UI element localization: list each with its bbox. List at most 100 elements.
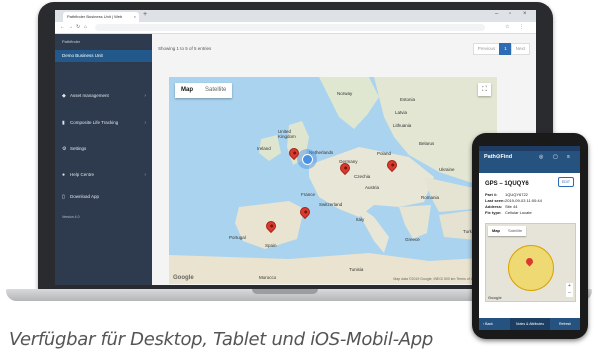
location-icon[interactable]: ◎	[539, 154, 543, 160]
map-label: United Kingdom	[278, 129, 296, 139]
google-logo: Google	[488, 295, 502, 300]
map-label: Greece	[405, 237, 420, 242]
new-tab-button[interactable]: +	[143, 11, 147, 18]
sidebar-item-label: Asset management	[70, 93, 109, 98]
sidebar-item-settings[interactable]: ⚙ Settings	[55, 142, 152, 156]
map-type-toggle: Map Satellite	[175, 83, 233, 98]
sidebar-item-help-centre[interactable]: ● Help Centre ›	[55, 168, 152, 182]
fullscreen-icon[interactable]: ⛶	[478, 83, 491, 96]
minimize-icon[interactable]: –	[495, 11, 498, 17]
mobile-icon: ▯	[62, 194, 65, 200]
map-label: Austria	[365, 185, 380, 190]
map-label: Tunisia	[349, 267, 364, 272]
back-icon[interactable]: ←	[60, 24, 65, 30]
sidebar-item-label: Composite Life Tracking	[70, 120, 119, 125]
phone-action-bar: ‹ Back Notes & Attributes Refresh	[479, 318, 580, 330]
close-window-icon[interactable]: ×	[523, 11, 527, 17]
map-label: Morocco	[259, 275, 277, 280]
sidebar-item-business-unit[interactable]: Demo Business Unit	[55, 50, 152, 62]
zoom-control[interactable]: + –	[566, 283, 573, 297]
detail-key: Address:	[485, 204, 503, 209]
phone-screen: Path⊙Find ◎ ▢ ≡ GPS – 1QUQY6 EDIT Part #…	[479, 146, 580, 330]
sidebar: Pathfinder Demo Business Unit ◆ Asset man…	[55, 34, 152, 285]
previous-page-button[interactable]: Previous	[472, 43, 501, 55]
detail-row: Part #: 1QUQY6722	[485, 192, 528, 197]
detail-row: Address: Site 44	[485, 204, 517, 209]
map-label: Estonia	[400, 97, 416, 102]
asset-title: GPS – 1QUQY6	[485, 181, 529, 187]
zoom-out-button[interactable]: –	[566, 290, 573, 297]
forward-icon[interactable]: →	[68, 24, 73, 30]
asset-map[interactable]: Map Satellite ⛶ Norway Estonia Latvia Li…	[169, 77, 497, 284]
address-bar[interactable]	[95, 24, 485, 31]
refresh-button[interactable]: Refresh	[559, 318, 571, 330]
chevron-right-icon: ›	[144, 93, 146, 99]
app-logo: Path⊙Find	[484, 154, 513, 160]
sidebar-item-download-app[interactable]: ▯ Download App	[55, 190, 152, 204]
detail-value: 2019-09-03 11:00:44	[505, 198, 542, 203]
map-label: Ukraine	[439, 167, 455, 172]
home-icon[interactable]: ⌂	[84, 24, 87, 30]
star-icon[interactable]: ☆	[505, 24, 509, 30]
sidebar-item-asset-management[interactable]: ◆ Asset management ›	[55, 89, 152, 103]
phone-map[interactable]: Map Satellite + – Google	[485, 223, 576, 302]
map-landmass	[169, 77, 497, 284]
map-view-button[interactable]: Map	[488, 226, 504, 236]
chevron-right-icon: ›	[144, 120, 146, 126]
laptop-screen: Pathfinder Business Unit | Web × + – ▫ ×…	[55, 10, 536, 285]
sidebar-item-label: Settings	[70, 146, 87, 151]
satellite-view-button[interactable]: Satellite	[199, 83, 232, 98]
back-button[interactable]: ‹ Back	[483, 318, 493, 330]
map-label: Norway	[337, 91, 353, 96]
maximize-icon[interactable]: ▫	[509, 11, 511, 17]
map-label: Belarus	[419, 141, 435, 146]
tag-icon: ◆	[62, 93, 66, 99]
zoom-in-button[interactable]: +	[566, 283, 573, 290]
next-page-button[interactable]: Next	[510, 43, 530, 55]
map-label: Latvia	[395, 110, 408, 115]
laptop-notch	[252, 289, 318, 294]
help-icon: ●	[62, 172, 66, 178]
detail-value: Cellular Locate	[505, 210, 532, 215]
sidebar-brand: Pathfinder	[62, 39, 81, 44]
browser-tab[interactable]: Pathfinder Business Unit | Web ×	[63, 12, 139, 22]
detail-row: Fix type: Cellular Locate	[485, 210, 532, 215]
detail-key: Last seen:	[485, 198, 505, 203]
notes-attributes-button[interactable]: Notes & Attributes	[510, 318, 550, 330]
entries-info: Showing 1 to 5 of 5 entries	[158, 46, 212, 51]
map-label: Romania	[421, 195, 440, 200]
map-label: Italy	[356, 217, 365, 222]
detail-value: 1QUQY6722	[505, 192, 528, 197]
sidebar-item-composite-life-tracking[interactable]: ▮ Composite Life Tracking ›	[55, 116, 152, 130]
gear-icon: ⚙	[62, 146, 67, 152]
detail-key: Part #:	[485, 192, 498, 197]
map-label: Czechia	[354, 174, 371, 179]
bar-chart-icon: ▮	[62, 120, 65, 126]
map-label: Lithuania	[393, 123, 412, 128]
browser-toolbar: ← → ↻ ⌂ ☆ ⋮	[55, 22, 536, 34]
edit-button[interactable]: EDIT	[558, 177, 574, 187]
satellite-view-button[interactable]: Satellite	[504, 226, 526, 236]
map-attribution: Map data ©2019 Google, INEGI 500 km Term…	[393, 277, 477, 281]
map-label: Ireland	[257, 146, 271, 151]
map-view-button[interactable]: Map	[175, 83, 199, 98]
hamburger-menu-icon[interactable]: ≡	[567, 154, 570, 160]
menu-icon[interactable]: ⋮	[519, 24, 524, 30]
chevron-right-icon: ›	[144, 172, 146, 178]
google-logo: Google	[173, 275, 194, 281]
square-icon[interactable]: ▢	[553, 154, 558, 160]
browser-tab-title: Pathfinder Business Unit | Web	[67, 14, 123, 19]
sidebar-item-label: Help Centre	[70, 172, 95, 177]
close-tab-icon[interactable]: ×	[134, 12, 136, 22]
phone-map-type-toggle: Map Satellite	[488, 226, 527, 236]
map-label: Spain	[265, 243, 277, 248]
caption: Verfügbar für Desktop, Tablet und iOS-Mo…	[9, 329, 434, 350]
reload-icon[interactable]: ↻	[76, 24, 80, 30]
map-label: Switzerland	[319, 202, 343, 207]
map-label: Poland	[377, 151, 392, 156]
sidebar-item-label: Download App	[70, 194, 100, 199]
detail-value: Site 44	[505, 204, 518, 209]
map-label: Portugal	[229, 235, 246, 240]
pagination: Previous 1 Next	[472, 43, 530, 55]
map-label: France	[301, 192, 316, 197]
